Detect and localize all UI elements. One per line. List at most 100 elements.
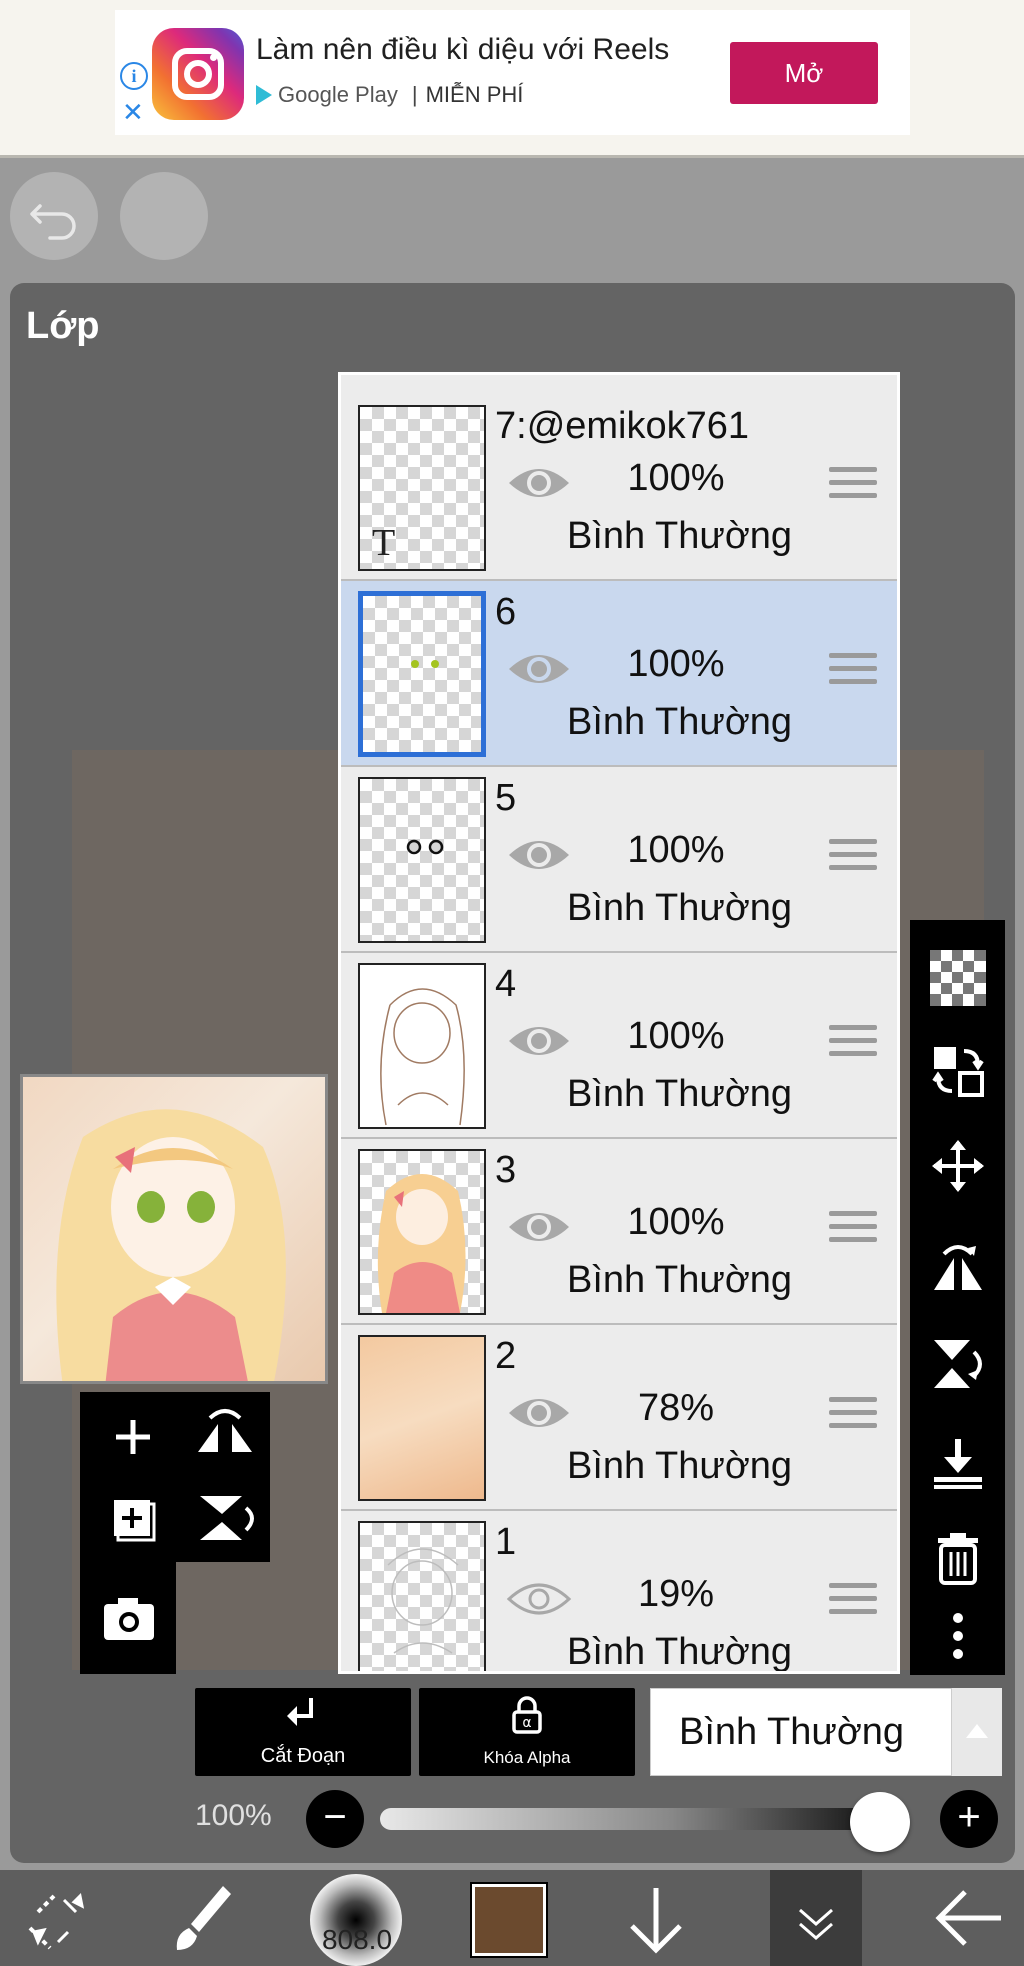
drag-handle-icon[interactable] <box>829 1397 877 1437</box>
layer-row-6[interactable]: 6 100% Bình Thường <box>341 581 897 767</box>
brush-button[interactable] <box>165 1870 245 1966</box>
opacity-slider-track[interactable] <box>380 1808 910 1830</box>
flip-h-small-button[interactable] <box>180 1394 270 1474</box>
layer-blend-mode: Bình Thường <box>567 1073 793 1115</box>
clip-label: Cắt Đoạn <box>260 1745 346 1767</box>
opacity-value: 100% <box>195 1799 272 1832</box>
layers-button[interactable] <box>770 1870 862 1966</box>
drag-handle-icon[interactable] <box>829 467 877 507</box>
undo-button[interactable] <box>10 172 98 260</box>
more-icon <box>953 1613 963 1659</box>
copy-layer-button[interactable] <box>88 1478 178 1558</box>
layer-opacity: 100% <box>627 457 725 499</box>
merge-down-button[interactable] <box>910 1417 1005 1507</box>
color-swatch-icon[interactable] <box>470 1882 548 1958</box>
eye-hidden-icon[interactable] <box>506 1577 572 1621</box>
layer-4-lineart <box>380 988 465 1126</box>
layer-row-3[interactable]: 3 100% Bình Thường <box>341 1139 897 1325</box>
layer-list[interactable]: T 7:@emikok761 100% Bình Thường 6 100% B… <box>338 372 900 1674</box>
add-layer-button[interactable] <box>88 1394 178 1474</box>
layer-name: 5 <box>495 777 517 819</box>
layer-blend-mode: Bình Thường <box>567 1445 793 1487</box>
opacity-decrease-button[interactable]: − <box>306 1790 364 1848</box>
alpha-lock-label: Khóa Alpha <box>483 1748 571 1767</box>
eye-icon[interactable] <box>506 647 572 691</box>
drag-handle-icon[interactable] <box>829 839 877 879</box>
layer-blend-mode: Bình Thường <box>567 1259 793 1301</box>
layer-name: 3 <box>495 1149 517 1191</box>
layer-blend-mode: Bình Thường <box>567 515 793 557</box>
selection-transform-icon <box>28 1892 85 1950</box>
layer-row-1[interactable]: 1 19% Bình Thường <box>341 1511 897 1671</box>
ad-close-icon[interactable]: ✕ <box>122 98 144 128</box>
layer-thumbnail <box>358 591 486 757</box>
layer-transform-icon <box>932 1047 984 1097</box>
trash-icon <box>938 1533 978 1585</box>
layer-transform-button[interactable] <box>910 1025 1005 1115</box>
left-toolbar-camera <box>80 1562 176 1674</box>
move-down-button[interactable] <box>596 1870 716 1966</box>
layer-thumbnail <box>358 963 486 1129</box>
left-toolbar <box>80 1392 270 1562</box>
layer-thumbnail <box>358 1521 486 1671</box>
layer-row-7[interactable]: T 7:@emikok761 100% Bình Thường <box>341 395 897 581</box>
layer-row-5[interactable]: 5 100% Bình Thường <box>341 767 897 953</box>
layer-row-2[interactable]: 2 78% Bình Thường <box>341 1325 897 1511</box>
drag-handle-icon[interactable] <box>829 653 877 693</box>
blend-mode-dropdown-icon[interactable] <box>952 1688 1002 1776</box>
flip-horizontal-button[interactable] <box>910 1220 1005 1310</box>
ad-store-name: Google Play <box>278 82 398 107</box>
flip-vertical-icon <box>934 1340 982 1388</box>
transparency-button[interactable] <box>910 932 1005 1022</box>
back-button[interactable] <box>925 1870 1015 1966</box>
layer-opacity: 100% <box>627 1201 725 1243</box>
layer-thumbnail <box>358 1149 486 1315</box>
canvas-preview[interactable] <box>20 1074 328 1384</box>
alpha-lock-button[interactable]: α Khóa Alpha <box>419 1688 635 1776</box>
layer-row-4[interactable]: 4 100% Bình Thường <box>341 953 897 1139</box>
move-button[interactable] <box>910 1120 1005 1210</box>
layer-opacity: 100% <box>627 643 725 685</box>
clip-button[interactable]: Cắt Đoạn <box>195 1688 411 1776</box>
opacity-increase-button[interactable]: + <box>940 1790 998 1848</box>
layer-blend-mode: Bình Thường <box>567 701 793 743</box>
flip-v-small-button[interactable] <box>180 1478 270 1558</box>
add-layer-icon <box>116 1420 150 1454</box>
blend-mode-select[interactable]: Bình Thường <box>650 1688 952 1776</box>
transparency-icon <box>930 950 986 1006</box>
ad-separator: | <box>411 82 418 107</box>
brush-size-label: 808.0 <box>321 1924 393 1955</box>
drag-handle-icon[interactable] <box>829 1025 877 1065</box>
layer-name: 6 <box>495 591 517 633</box>
add-layer-copy-icon <box>114 1500 156 1542</box>
drag-handle-icon[interactable] <box>829 1211 877 1251</box>
opacity-slider-handle[interactable] <box>850 1792 910 1852</box>
flip-vertical-button[interactable] <box>910 1318 1005 1408</box>
layer-3-color <box>377 1174 466 1313</box>
ad-price: MIỄN PHÍ <box>425 82 524 107</box>
character-art-image <box>56 1109 286 1381</box>
move-icon <box>932 1140 984 1192</box>
camera-button[interactable] <box>84 1578 174 1658</box>
more-options-button[interactable] <box>910 1588 1005 1678</box>
drag-handle-icon[interactable] <box>829 1583 877 1623</box>
layer-name: 7:@emikok761 <box>495 405 750 447</box>
eye-icon[interactable] <box>506 833 572 877</box>
clip-arrow-icon <box>287 1698 313 1726</box>
undo-icon <box>30 204 76 240</box>
brush-icon <box>176 1886 231 1950</box>
ad-banner: i ✕ Làm nên điều kì diệu với Reels Googl… <box>0 0 1024 158</box>
ad-open-button[interactable]: Mở <box>730 42 878 104</box>
back-arrow-icon <box>935 1890 1001 1946</box>
redo-button[interactable] <box>120 172 208 260</box>
ad-info-icon[interactable]: i <box>120 62 148 90</box>
eye-icon[interactable] <box>506 1205 572 1249</box>
layer-opacity: 78% <box>637 1387 715 1429</box>
layer-thumbnail <box>358 777 486 943</box>
layer-opacity: 100% <box>627 829 725 871</box>
eye-icon[interactable] <box>506 1019 572 1063</box>
eye-icon[interactable] <box>506 1391 572 1435</box>
layer-name: 2 <box>495 1335 517 1377</box>
eye-icon[interactable] <box>506 461 572 505</box>
selection-transform-button[interactable] <box>20 1870 100 1966</box>
